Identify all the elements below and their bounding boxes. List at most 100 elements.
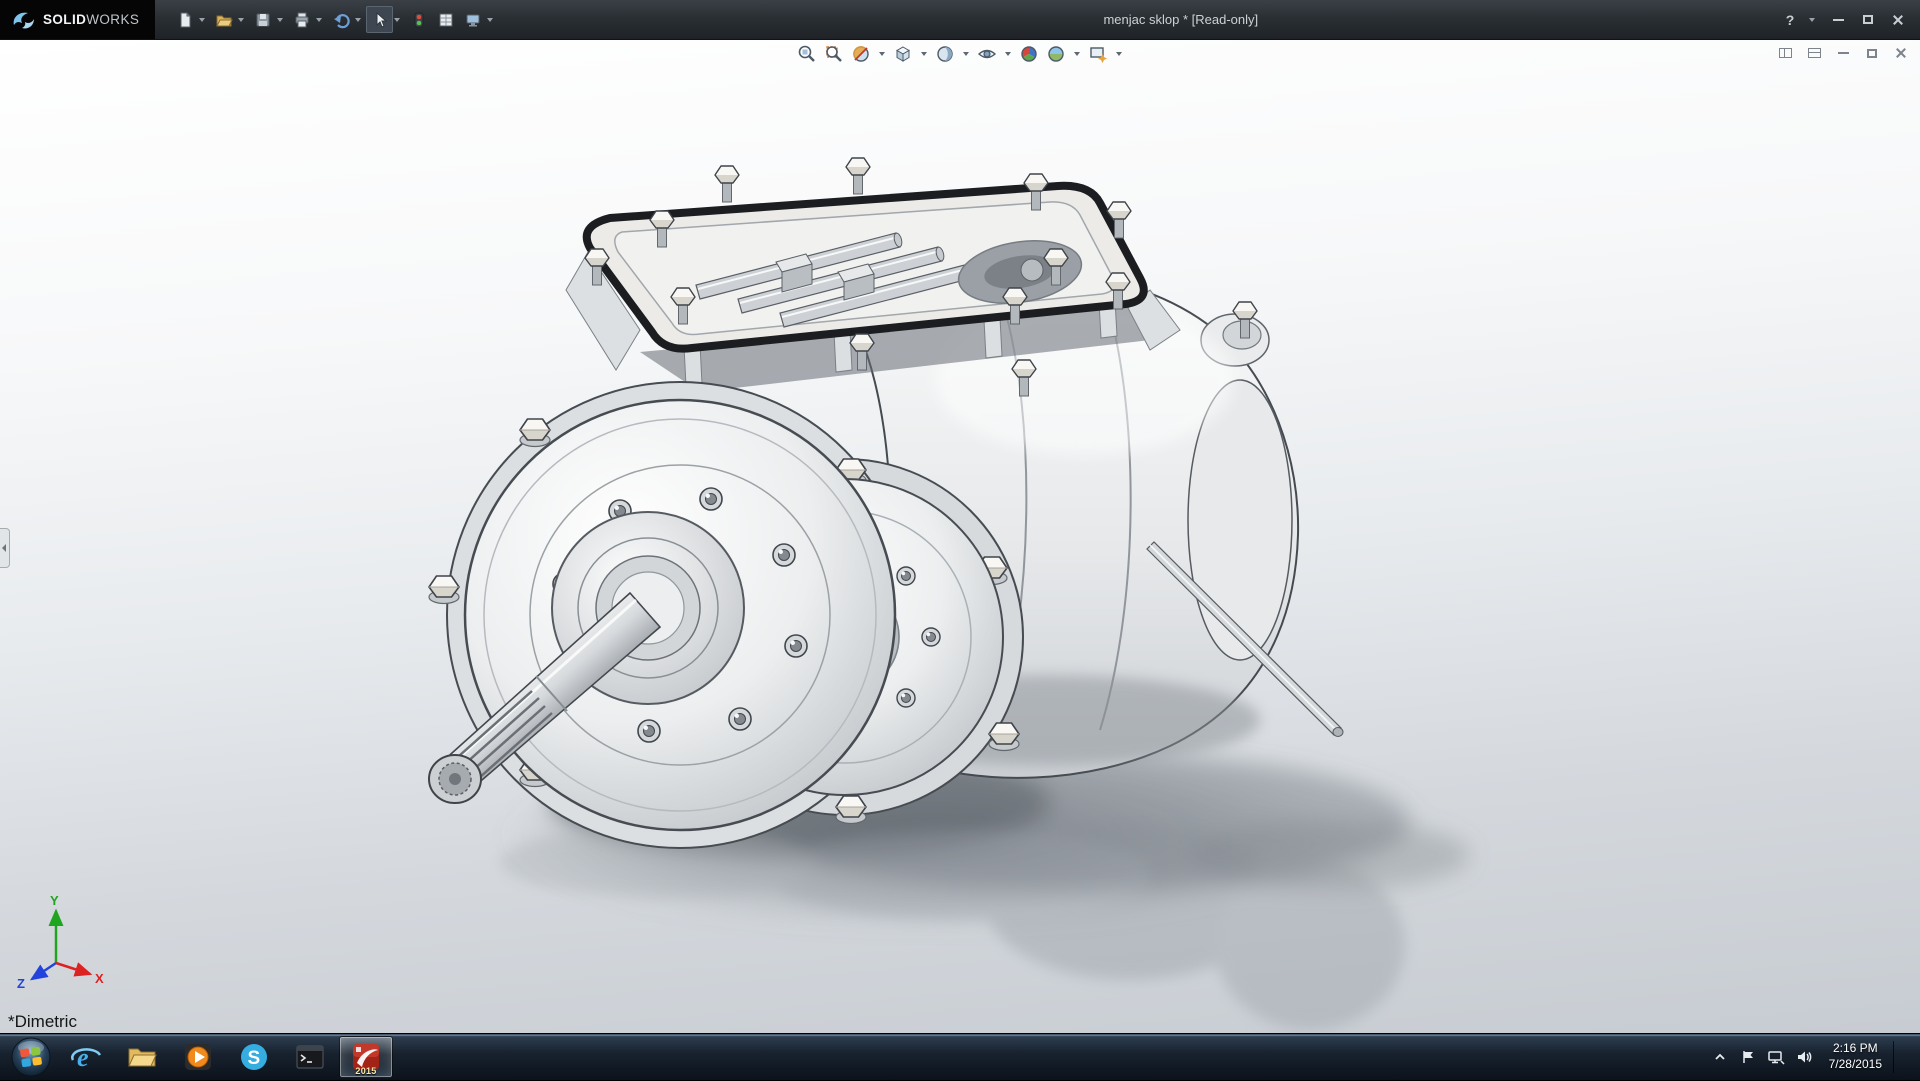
volume-button[interactable] xyxy=(1791,1041,1817,1073)
print-icon xyxy=(293,11,311,29)
doc-split-view-button[interactable] xyxy=(1776,44,1794,62)
start-button[interactable] xyxy=(4,1034,58,1081)
gearbox-model[interactable] xyxy=(0,40,1920,1033)
new-dropdown-caret[interactable] xyxy=(199,18,205,22)
open-dropdown-caret[interactable] xyxy=(238,18,244,22)
taskbar-media-player[interactable] xyxy=(171,1036,225,1078)
doc-close-button[interactable] xyxy=(1892,44,1910,62)
taskbar: e S xyxy=(0,1033,1920,1080)
triad-x-label: X xyxy=(95,971,104,986)
network-button[interactable] xyxy=(1763,1041,1789,1073)
undo-dropdown-caret[interactable] xyxy=(355,18,361,22)
window-controls: ? xyxy=(1778,8,1920,32)
doc-restore-icon xyxy=(1867,49,1877,58)
select-button[interactable] xyxy=(366,6,393,33)
maximize-icon xyxy=(1863,15,1873,24)
edit-appearance-button[interactable] xyxy=(1018,43,1040,65)
show-hidden-icons-button[interactable] xyxy=(1707,1041,1733,1073)
triad-z-axis xyxy=(32,963,56,979)
apply-scene-dropdown-caret[interactable] xyxy=(1074,52,1080,56)
taskbar-command-prompt[interactable] xyxy=(283,1036,337,1078)
brand-text: SOLIDWORKS xyxy=(43,11,139,29)
maximize-button[interactable] xyxy=(1856,8,1880,32)
minimize-button[interactable] xyxy=(1826,8,1850,32)
triad-y-label: Y xyxy=(50,893,59,908)
view-settings-dropdown-caret[interactable] xyxy=(1116,52,1122,56)
split-view-icon xyxy=(1779,48,1792,58)
section-view-dropdown-caret[interactable] xyxy=(879,52,885,56)
help-button[interactable]: ? xyxy=(1778,8,1802,32)
media-player-icon xyxy=(182,1041,214,1073)
hide-show-items-button[interactable] xyxy=(976,43,998,65)
select-dropdown-caret[interactable] xyxy=(394,18,400,22)
close-button[interactable] xyxy=(1886,8,1910,32)
display-style-dropdown-caret[interactable] xyxy=(963,52,969,56)
doc-restore-button[interactable] xyxy=(1863,44,1881,62)
close-icon xyxy=(1892,14,1904,26)
featuremanager-flyout-tab[interactable] xyxy=(0,528,10,568)
doc-minimize-button[interactable] xyxy=(1834,44,1852,62)
graphics-area[interactable]: Y X Z *Dimetric xyxy=(0,40,1920,1033)
triad-z-label: Z xyxy=(17,976,25,989)
doc-tile-windows-button[interactable] xyxy=(1805,44,1823,62)
apply-scene-icon xyxy=(1046,44,1066,64)
network-monitor-icon xyxy=(1767,1049,1785,1065)
folder-icon xyxy=(126,1041,158,1073)
action-center-button[interactable] xyxy=(1735,1041,1761,1073)
open-button[interactable] xyxy=(210,6,237,33)
file-properties-button[interactable] xyxy=(432,6,459,33)
system-tray: 2:16 PM 7/28/2015 xyxy=(1707,1034,1920,1080)
hide-show-dropdown-caret[interactable] xyxy=(1005,52,1011,56)
undo-arrow-icon xyxy=(332,11,350,29)
file-properties-icon xyxy=(437,11,455,29)
view-orientation-dropdown-caret[interactable] xyxy=(921,52,927,56)
svg-text:S: S xyxy=(248,1048,261,1069)
open-folder-icon xyxy=(215,11,233,29)
display-style-button[interactable] xyxy=(934,43,956,65)
new-button[interactable] xyxy=(171,6,198,33)
show-desktop-button[interactable] xyxy=(1894,1041,1920,1073)
doc-minimize-icon xyxy=(1838,52,1849,54)
undo-button[interactable] xyxy=(327,6,354,33)
print-button[interactable] xyxy=(288,6,315,33)
taskbar-clock[interactable]: 2:16 PM 7/28/2015 xyxy=(1819,1041,1892,1072)
taskbar-solidworks[interactable]: 2015 xyxy=(339,1036,393,1078)
view-orientation-cube-icon xyxy=(893,44,913,64)
section-view-icon xyxy=(851,44,871,64)
zoom-to-area-button[interactable] xyxy=(823,43,845,65)
clock-time: 2:16 PM xyxy=(1829,1041,1882,1057)
print-dropdown-caret[interactable] xyxy=(316,18,322,22)
heads-up-view-toolbar xyxy=(796,43,1124,65)
zoom-to-fit-button[interactable] xyxy=(796,43,818,65)
help-dropdown-caret[interactable] xyxy=(1809,18,1815,22)
rebuild-button[interactable] xyxy=(405,6,432,33)
view-settings-button[interactable] xyxy=(1087,43,1109,65)
view-orientation-button[interactable] xyxy=(892,43,914,65)
command-prompt-icon xyxy=(294,1041,326,1073)
save-dropdown-caret[interactable] xyxy=(277,18,283,22)
apply-scene-button[interactable] xyxy=(1045,43,1067,65)
options-button[interactable] xyxy=(459,6,486,33)
3ds-swoosh-icon xyxy=(10,9,36,31)
brand-works: WORKS xyxy=(86,12,139,27)
zoom-to-area-icon xyxy=(824,44,844,64)
main-flange[interactable] xyxy=(465,400,895,830)
solidworks-logo: SOLIDWORKS xyxy=(0,0,155,39)
section-view-button[interactable] xyxy=(850,43,872,65)
volume-speaker-icon xyxy=(1796,1049,1812,1065)
solidworks-window: SOLIDWORKS xyxy=(0,0,1920,1080)
save-floppy-icon xyxy=(254,11,272,29)
save-button[interactable] xyxy=(249,6,276,33)
taskbar-internet-explorer[interactable]: e xyxy=(59,1036,113,1078)
edit-appearance-ball-icon xyxy=(1019,44,1039,64)
action-center-flag-icon xyxy=(1740,1049,1756,1065)
rebuild-stoplight-icon xyxy=(410,11,428,29)
chevron-up-icon xyxy=(1713,1050,1727,1064)
taskbar-windows-explorer[interactable] xyxy=(115,1036,169,1078)
taskbar-skype[interactable]: S xyxy=(227,1036,281,1078)
display-style-icon xyxy=(935,44,955,64)
options-monitor-icon xyxy=(464,11,482,29)
triad-x-axis xyxy=(56,963,90,974)
options-dropdown-caret[interactable] xyxy=(487,18,493,22)
doc-close-icon xyxy=(1895,47,1907,59)
